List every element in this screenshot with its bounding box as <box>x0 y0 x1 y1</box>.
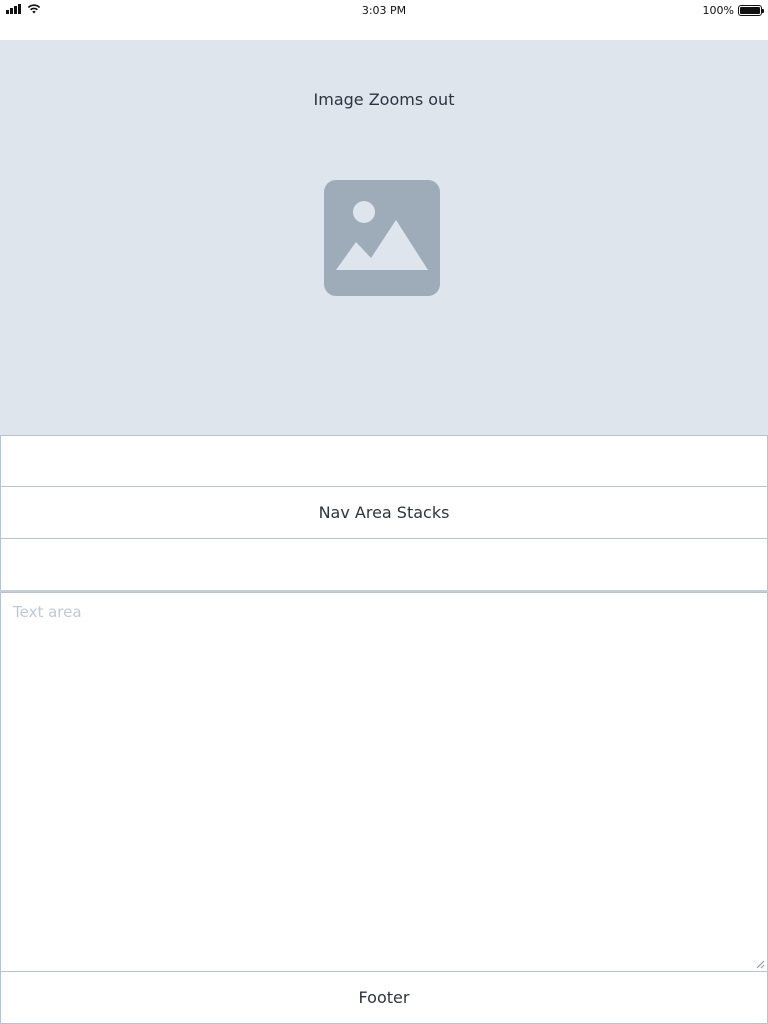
nav-row-3[interactable] <box>0 538 768 591</box>
resize-handle-icon[interactable] <box>755 959 765 969</box>
hero-title: Image Zooms out <box>313 90 455 109</box>
status-bar: 3:03 PM 100% <box>0 0 768 22</box>
status-time: 3:03 PM <box>361 4 407 17</box>
battery-percent: 100% <box>702 4 734 17</box>
image-placeholder-icon <box>324 180 440 296</box>
text-area-container <box>0 592 768 972</box>
hero-area: Image Zooms out <box>0 40 768 436</box>
status-right: 100% <box>702 4 764 17</box>
footer-label: Footer <box>358 988 410 1007</box>
text-area[interactable] <box>1 593 767 971</box>
nav-row-2[interactable]: Nav Area Stacks <box>0 486 768 539</box>
nav-row-1[interactable] <box>0 435 768 487</box>
battery-icon <box>738 5 764 16</box>
nav-row-label: Nav Area Stacks <box>318 503 450 522</box>
footer: Footer <box>0 971 768 1024</box>
